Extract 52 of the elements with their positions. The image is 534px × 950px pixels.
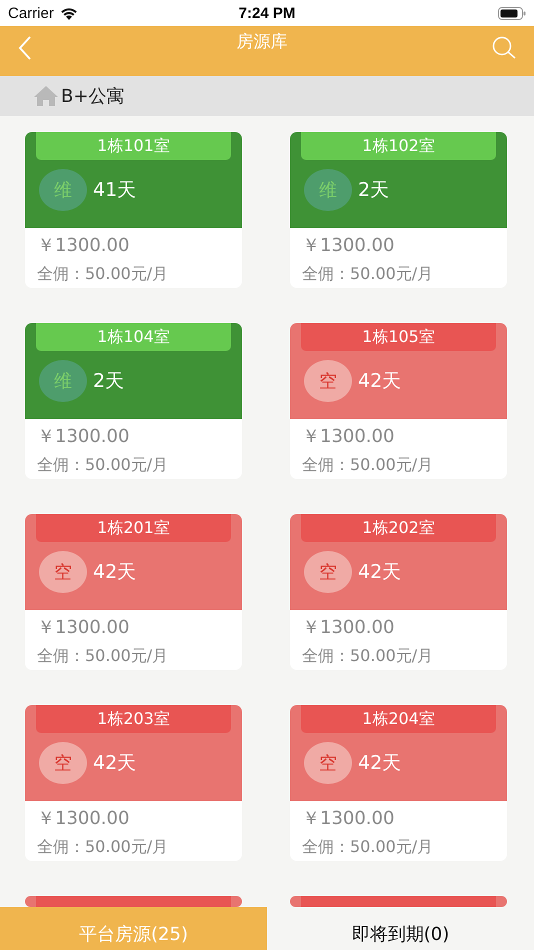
search-icon[interactable] (492, 36, 516, 60)
room-title: 1栋102室 (301, 132, 496, 160)
commission-label: 全佣：50.00元/月 (302, 454, 434, 476)
days-label: 42天 (93, 560, 136, 585)
room-title: 1栋104室 (36, 323, 231, 351)
commission-label: 全佣：50.00元/月 (37, 263, 170, 285)
price-label: ￥1300.00 (302, 234, 396, 258)
days-label: 2天 (358, 178, 390, 203)
room-title: 1栋101室 (36, 132, 231, 160)
price-label: ￥1300.00 (37, 616, 130, 640)
room-card[interactable]: 1栋201室 空 42天 ￥1300.00 全佣：50.00元/月 (25, 514, 242, 670)
commission-label: 全佣：50.00元/月 (302, 645, 434, 667)
commission-label: 全佣：50.00元/月 (302, 836, 434, 858)
days-label: 42天 (93, 751, 136, 776)
price-label: ￥1300.00 (37, 234, 130, 258)
status-badge: 空 (39, 551, 87, 593)
commission-label: 全佣：50.00元/月 (302, 263, 434, 285)
status-badge: 空 (304, 551, 352, 593)
commission-label: 全佣：50.00元/月 (37, 836, 170, 858)
room-card[interactable]: 1栋202室 空 42天 ￥1300.00 全佣：50.00元/月 (290, 514, 507, 670)
nav-title: 房源库 (236, 31, 288, 53)
status-badge: 空 (304, 742, 352, 784)
status-badge: 空 (39, 742, 87, 784)
breadcrumb-label: B+公寓 (61, 85, 124, 108)
room-title: 1栋204室 (301, 705, 496, 733)
clock-time: 7:24 PM (238, 4, 296, 22)
commission-label: 全佣：50.00元/月 (37, 645, 170, 667)
room-title: 1栋202室 (301, 514, 496, 542)
price-label: ￥1300.00 (37, 807, 130, 831)
room-title: 1栋203室 (36, 705, 231, 733)
room-card[interactable]: 1栋105室 空 42天 ￥1300.00 全佣：50.00元/月 (290, 323, 507, 479)
days-label: 2天 (93, 369, 124, 394)
days-label: 41天 (93, 178, 136, 203)
carrier-label: Carrier (8, 4, 54, 22)
days-label: 42天 (358, 751, 402, 776)
room-card[interactable]: 1栋203室 空 42天 ￥1300.00 全佣：50.00元/月 (25, 705, 242, 861)
status-badge: 空 (304, 360, 352, 402)
room-card[interactable]: 1栋204室 空 42天 ￥1300.00 全佣：50.00元/月 (290, 705, 507, 861)
days-label: 42天 (358, 560, 402, 585)
room-title: 1栋105室 (301, 323, 496, 351)
room-title: 1栋201室 (36, 514, 231, 542)
days-label: 42天 (358, 369, 402, 394)
commission-label: 全佣：50.00元/月 (37, 454, 170, 476)
back-icon[interactable] (18, 36, 32, 60)
home-icon (33, 85, 59, 107)
battery-icon (498, 6, 526, 20)
price-label: ￥1300.00 (302, 425, 396, 449)
price-label: ￥1300.00 (302, 616, 396, 640)
price-label: ￥1300.00 (302, 807, 396, 831)
price-label: ￥1300.00 (37, 425, 130, 449)
wifi-icon (60, 6, 78, 20)
tab[interactable]: 平台房源(25) (0, 907, 267, 950)
